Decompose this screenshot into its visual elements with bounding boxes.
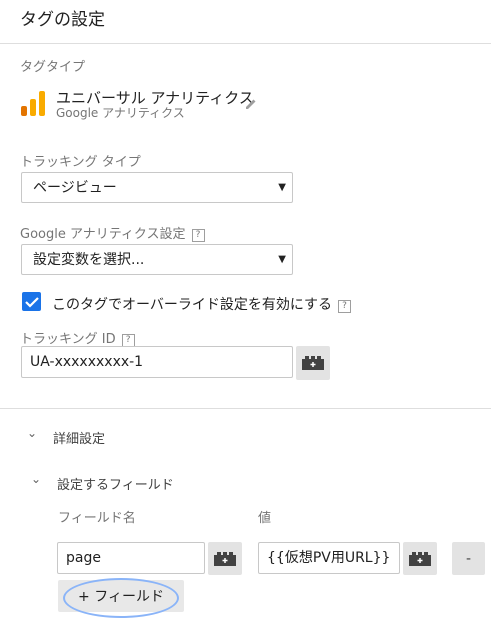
variable-picker-button[interactable] <box>296 346 330 380</box>
tracking-id-input[interactable]: UA-xxxxxxxxx-1 <box>21 346 293 378</box>
override-label: このタグでオーバーライド設定を有効にする <box>52 297 332 313</box>
page-title: タグの設定 <box>20 10 105 30</box>
chevron-down-icon[interactable]: ⌄ <box>31 472 41 486</box>
variable-picker-button[interactable] <box>208 542 242 575</box>
tracking-id-label: トラッキング ID <box>20 332 116 347</box>
focus-highlight-ring <box>63 578 179 618</box>
variable-brick-icon <box>409 551 431 566</box>
remove-field-button[interactable]: - <box>452 542 485 575</box>
section-divider <box>0 408 491 409</box>
field-value-header: 値 <box>258 511 272 526</box>
variable-brick-icon <box>302 356 324 370</box>
tag-type-subtitle: Google アナリティクス <box>56 106 185 120</box>
header-divider <box>0 43 491 44</box>
ga-settings-label-row: Google アナリティクス設定? <box>20 223 205 242</box>
override-label-row: このタグでオーバーライド設定を有効にする? <box>52 294 351 314</box>
dropdown-arrow-icon: ▼ <box>278 254 286 265</box>
help-icon[interactable]: ? <box>338 300 351 313</box>
field-name-header: フィールド名 <box>58 511 136 526</box>
tracking-type-select[interactable]: ページビュー ▼ <box>21 172 293 203</box>
chevron-down-icon[interactable]: ⌄ <box>27 426 37 440</box>
variable-brick-icon <box>214 551 236 566</box>
override-checkbox[interactable] <box>22 292 41 311</box>
advanced-settings-toggle[interactable]: 詳細設定 <box>53 428 105 447</box>
tracking-type-value: ページビュー <box>33 180 117 196</box>
ga-settings-value: 設定変数を選択... <box>33 252 145 268</box>
fields-to-set-toggle[interactable]: 設定するフィールド <box>57 474 174 493</box>
dropdown-arrow-icon: ▼ <box>278 182 286 193</box>
ga-settings-label: Google アナリティクス設定 <box>20 227 186 242</box>
help-icon[interactable]: ? <box>191 229 205 242</box>
field-value-input[interactable]: {{仮想PV用URL}} <box>258 542 400 574</box>
ga-settings-select[interactable]: 設定変数を選択... ▼ <box>21 244 293 275</box>
tag-type-label: タグタイプ <box>20 60 86 75</box>
field-name-input[interactable]: page <box>57 542 205 574</box>
tracking-id-label-row: トラッキング ID? <box>20 328 135 347</box>
variable-picker-button[interactable] <box>403 542 437 575</box>
pencil-icon[interactable] <box>244 96 258 110</box>
tracking-type-label: トラッキング タイプ <box>20 155 141 170</box>
google-analytics-icon <box>21 91 45 116</box>
check-icon <box>24 296 39 308</box>
